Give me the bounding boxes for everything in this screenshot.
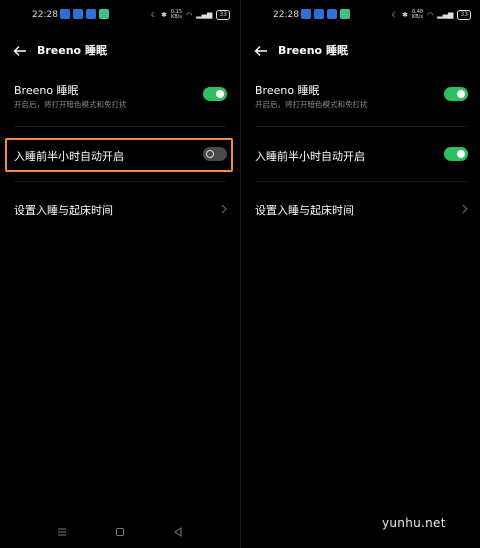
status-bar: 22:28 ☾ ✱ 0.15 KB/s ◠ ▂▄▆ 33 xyxy=(0,8,240,24)
app-notification-icon xyxy=(60,9,70,19)
setting-label: Breeno 睡眠 xyxy=(14,84,79,97)
header: Breeno 睡眠 xyxy=(241,43,480,59)
network-speed: 0.48 KB/s xyxy=(411,9,424,20)
app-notification-icon xyxy=(301,9,311,19)
header: Breeno 睡眠 xyxy=(0,43,240,59)
setting-label: 设置入睡与起床时间 xyxy=(14,204,113,217)
app-notification-icon xyxy=(73,9,83,19)
app-notification-icon xyxy=(340,9,350,19)
screen-left: 22:28 ☾ ✱ 0.15 KB/s ◠ ▂▄▆ 33 Breeno 睡眠 B… xyxy=(0,0,240,548)
setting-label: 入睡前半小时自动开启 xyxy=(255,150,365,163)
notification-icons xyxy=(60,9,109,19)
divider xyxy=(14,181,226,182)
app-notification-icon xyxy=(314,9,324,19)
setting-label: Breeno 睡眠 xyxy=(255,84,320,97)
setting-sleep-wake-time[interactable]: 设置入睡与起床时间 xyxy=(241,196,480,224)
notification-icons xyxy=(301,9,350,19)
battery-icon: 33 xyxy=(216,10,230,20)
back-arrow-icon[interactable] xyxy=(253,43,269,59)
watermark: yunhu.net xyxy=(382,516,446,530)
chevron-right-icon xyxy=(462,204,468,214)
wifi-icon: ◠ xyxy=(186,11,193,19)
divider xyxy=(14,126,226,127)
app-notification-icon xyxy=(99,9,109,19)
setting-breeno-sleep[interactable]: Breeno 睡眠 开启后，将打开暗色模式和免打扰 xyxy=(0,80,240,118)
moon-icon: ☾ xyxy=(150,11,158,19)
setting-breeno-sleep[interactable]: Breeno 睡眠 开启后，将打开暗色模式和免打扰 xyxy=(241,80,480,118)
system-indicators: ☾ ✱ 0.15 KB/s ◠ ▂▄▆ 33 xyxy=(151,10,230,20)
menu-icon[interactable] xyxy=(56,526,68,538)
setting-subtitle: 开启后，将打开暗色模式和免打扰 xyxy=(255,100,368,109)
back-arrow-icon[interactable] xyxy=(12,43,28,59)
system-indicators: ☾ ✱ 0.48 KB/s ◠ ▂▄▆ 33 xyxy=(392,10,471,20)
bluetooth-icon: ✱ xyxy=(402,11,408,19)
page-title: Breeno 睡眠 xyxy=(37,44,107,57)
auto-enable-toggle[interactable] xyxy=(203,147,227,161)
setting-label: 入睡前半小时自动开启 xyxy=(14,150,124,163)
setting-label: 设置入睡与起床时间 xyxy=(255,204,354,217)
page-title: Breeno 睡眠 xyxy=(278,44,348,57)
battery-icon: 33 xyxy=(457,10,471,20)
signal-icon: ▂▄▆ xyxy=(196,11,213,19)
status-time: 22:28 xyxy=(32,10,58,20)
navigation-bar xyxy=(0,520,240,544)
setting-sleep-wake-time[interactable]: 设置入睡与起床时间 xyxy=(0,196,240,224)
setting-subtitle: 开启后，将打开暗色模式和免打扰 xyxy=(14,100,127,109)
back-triangle-icon[interactable] xyxy=(172,526,184,538)
bluetooth-icon: ✱ xyxy=(161,11,167,19)
setting-auto-enable[interactable]: 入睡前半小时自动开启 xyxy=(241,140,480,170)
breeno-sleep-toggle[interactable] xyxy=(203,87,227,101)
chevron-right-icon xyxy=(221,204,227,214)
wifi-icon: ◠ xyxy=(427,11,434,19)
home-icon[interactable] xyxy=(114,526,126,538)
app-notification-icon xyxy=(86,9,96,19)
setting-auto-enable[interactable]: 入睡前半小时自动开启 xyxy=(0,140,240,170)
network-speed: 0.15 KB/s xyxy=(170,9,183,20)
moon-icon: ☾ xyxy=(391,11,399,19)
breeno-sleep-toggle[interactable] xyxy=(444,87,468,101)
auto-enable-toggle[interactable] xyxy=(444,147,468,161)
screen-right: 22:28 ☾ ✱ 0.48 KB/s ◠ ▂▄▆ 33 Breeno 睡眠 B… xyxy=(241,0,480,548)
app-notification-icon xyxy=(327,9,337,19)
status-time: 22:28 xyxy=(273,10,299,20)
status-bar: 22:28 ☾ ✱ 0.48 KB/s ◠ ▂▄▆ 33 xyxy=(241,8,480,24)
divider xyxy=(255,181,467,182)
signal-icon: ▂▄▆ xyxy=(437,11,454,19)
divider xyxy=(255,126,467,127)
